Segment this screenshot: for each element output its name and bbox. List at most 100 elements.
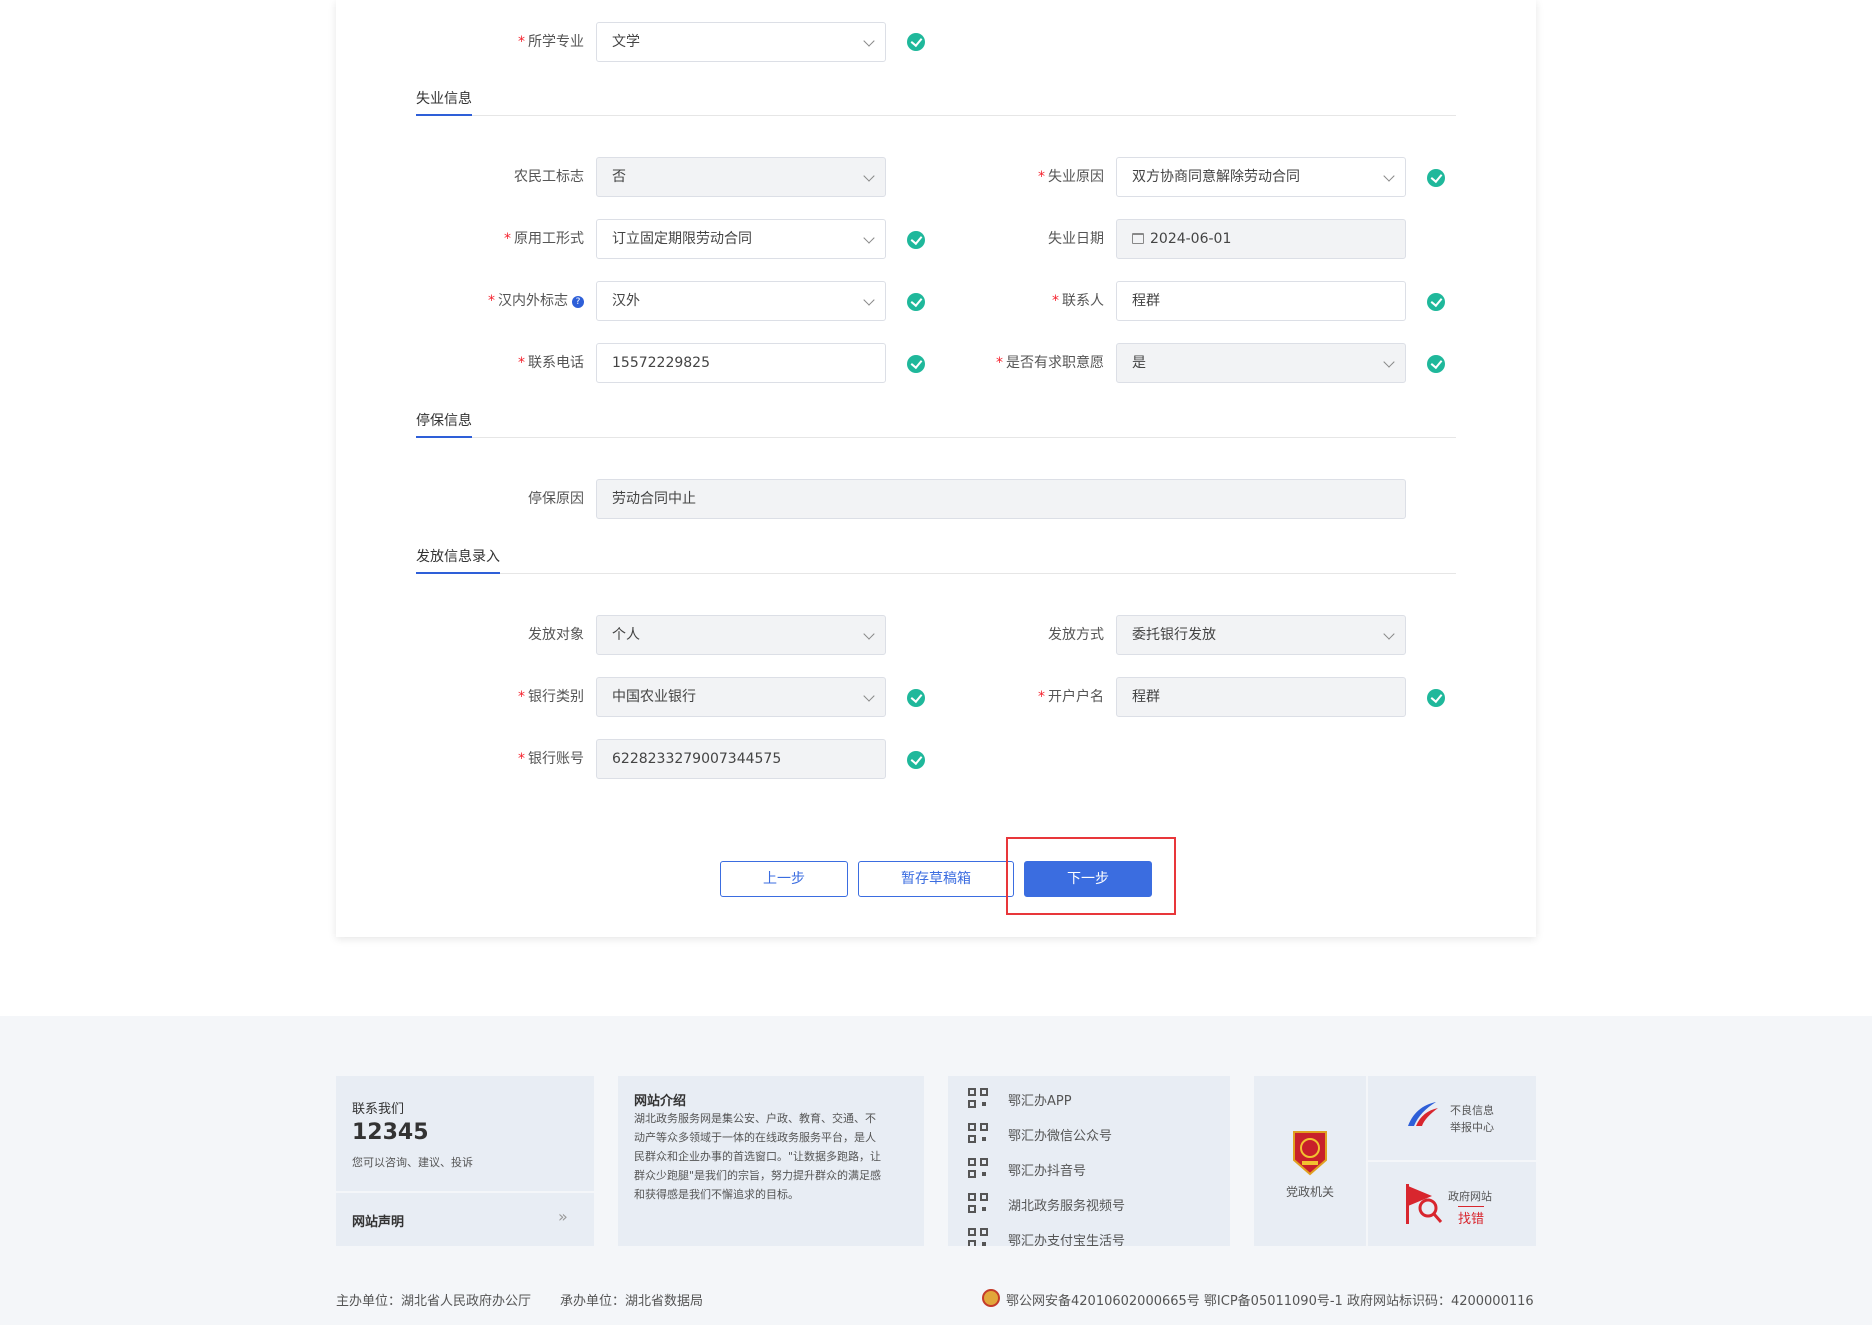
section-underline [416,572,500,574]
save-draft-button[interactable]: 暂存草稿箱 [858,861,1014,897]
intro-box: 网站介绍 湖北政务服务网是集公安、户政、教育、交通、不 动产等众多领域于一体的在… [618,1076,924,1246]
organizer-text: 承办单位：湖北省数据局 [560,1294,704,1309]
pay-method-select[interactable]: 委托银行发放 [1116,615,1406,655]
chevron-down-icon [863,35,875,47]
chevron-down-icon [863,232,875,244]
bank-account-label: * 银行账号 [518,751,584,767]
check-icon [1427,169,1445,187]
chevron-down-icon [863,628,875,640]
help-icon[interactable]: ? [572,296,584,308]
contact-title: 联系我们 [352,1102,405,1117]
intro-line: 和获得感是我们不懈追求的目标。 [634,1188,799,1201]
form-card: * 所学专业 文学 失业信息 农民工标志 否 * 失业原因 双方协商同意解除劳动合同… [336,0,1536,937]
account-name-label: * 开户户名 [1038,689,1104,705]
check-icon [1427,689,1445,707]
chevron-down-icon [1383,356,1395,368]
han-flag-select[interactable]: 汉外 [596,281,886,321]
party-org-emblem-icon [1293,1131,1327,1176]
qr-code-icon [968,1193,988,1213]
unemploy-date-label: 失业日期 [1048,231,1104,247]
chevron-down-icon [863,294,875,306]
chevron-right-icon[interactable]: » [558,1207,568,1226]
channel-item[interactable]: 鄂汇办抖音号 [1008,1160,1086,1179]
calendar-icon [1132,233,1144,244]
gov-error-icon [1406,1184,1443,1224]
han-flag-label: * 汉内外标志? [384,281,584,321]
contact-person-input[interactable]: 程群 [1116,281,1406,321]
check-icon [1427,355,1445,373]
gov-error-line2: 找错 [1458,1206,1485,1227]
unemploy-date-picker[interactable]: 2024-06-01 [1116,219,1406,259]
migrant-flag-label: 农民工标志 [514,169,584,185]
section-divider [416,115,1456,116]
footer: 联系我们 12345 您可以咨询、建议、投诉 网站声明 » 网站介绍 湖北政务服… [0,1016,1872,1325]
qr-code-icon [968,1228,988,1246]
intro-title: 网站介绍 [634,1094,687,1109]
channels-box: 鄂汇办APP 鄂汇办微信公众号 鄂汇办抖音号 湖北政务服务视频号 鄂汇办支付宝生… [948,1076,1230,1246]
bank-account-input[interactable]: 6228233279007344575 [596,739,886,779]
party-org-box[interactable]: 党政机关 [1254,1076,1366,1246]
section-underline [416,436,472,438]
migrant-flag-select[interactable]: 否 [596,157,886,197]
gov-error-line1: 政府网站 [1448,1190,1492,1203]
channel-item[interactable]: 鄂汇办APP [1008,1090,1072,1109]
qr-code-icon [968,1088,988,1108]
qr-code-icon [968,1123,988,1143]
job-intent-select[interactable]: 是 [1116,343,1406,383]
report-center-box[interactable]: 不良信息 举报中心 [1368,1076,1536,1160]
report-center-line2: 举报中心 [1450,1121,1494,1134]
sponsor-text: 主办单位：湖北省人民政府办公厅 [336,1294,532,1309]
bank-type-select[interactable]: 中国农业银行 [596,677,886,717]
pay-method-label: 发放方式 [1048,627,1104,643]
intro-line: 民群众和企业办事的首选窗口。"让数据多跑路，让 [634,1150,882,1163]
major-select[interactable]: 文学 [596,22,886,62]
major-label: * 所学专业 [518,34,584,50]
intro-line: 群众少跑腿"是我们的宗旨，努力提升群众的满足感 [634,1169,882,1182]
chevron-down-icon [1383,628,1395,640]
contact-divider [336,1191,594,1193]
check-icon [907,751,925,769]
record-text[interactable]: 鄂公网安备42010602000665号 鄂ICP备05011090号-1 政府… [1006,1290,1534,1309]
job-intent-label: * 是否有求职意愿 [996,355,1104,371]
stop-reason-input[interactable]: 劳动合同中止 [596,479,1406,519]
section-divider [416,437,1456,438]
police-badge-icon [982,1289,1000,1307]
qr-code-icon [968,1158,988,1178]
chevron-down-icon [863,690,875,702]
phone-label: * 联系电话 [518,355,584,371]
report-center-icon [1408,1102,1438,1126]
channel-item[interactable]: 湖北政务服务视频号 [1008,1195,1125,1214]
contact-desc: 您可以咨询、建议、投诉 [352,1156,473,1169]
account-name-input[interactable]: 程群 [1116,677,1406,717]
section-divider [416,573,1456,574]
intro-line: 动产等众多领域于一体的在线政务服务平台，是人 [634,1131,876,1144]
chevron-down-icon [1383,170,1395,182]
channel-item[interactable]: 鄂汇办微信公众号 [1008,1125,1112,1144]
section-underline [416,114,472,116]
section-title-unemployment[interactable]: 失业信息 [416,88,472,108]
pay-target-label: 发放对象 [528,627,584,643]
section-title-payment[interactable]: 发放信息录入 [416,546,500,566]
phone-input[interactable]: 15572229825 [596,343,886,383]
party-org-label: 党政机关 [1285,1185,1334,1199]
check-icon [907,33,925,51]
chevron-down-icon [863,170,875,182]
channel-item[interactable]: 鄂汇办支付宝生活号 [1008,1230,1125,1246]
contact-box: 联系我们 12345 您可以咨询、建议、投诉 网站声明 » [336,1076,594,1246]
contact-phone: 12345 [352,1120,429,1145]
unemploy-reason-select[interactable]: 双方协商同意解除劳动合同 [1116,157,1406,197]
section-title-insurance-stop[interactable]: 停保信息 [416,410,472,430]
employment-form-select[interactable]: 订立固定期限劳动合同 [596,219,886,259]
report-center-line1: 不良信息 [1450,1104,1494,1117]
pay-target-select[interactable]: 个人 [596,615,886,655]
statement-link[interactable]: 网站声明 [352,1211,404,1230]
highlight-box [1006,837,1176,915]
gov-error-box[interactable]: 政府网站 找错 [1368,1162,1536,1246]
bank-type-label: * 银行类别 [518,689,584,705]
prev-step-button[interactable]: 上一步 [720,861,848,897]
unemploy-reason-label: * 失业原因 [1038,169,1104,185]
employment-form-label: * 原用工形式 [504,231,584,247]
stop-reason-label: 停保原因 [528,491,584,507]
check-icon [1427,293,1445,311]
contact-person-label: * 联系人 [1052,293,1104,309]
